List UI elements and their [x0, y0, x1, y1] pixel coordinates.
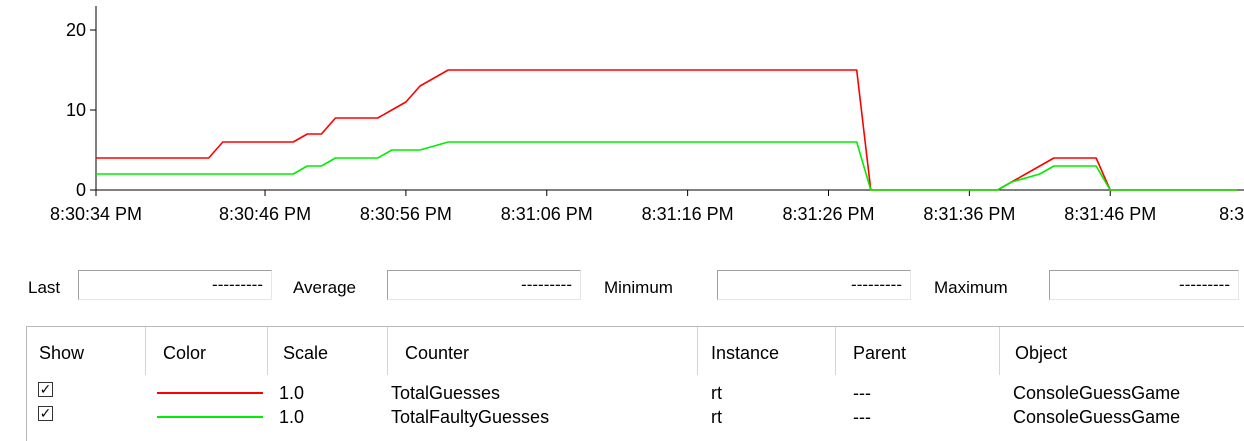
x-tick-label: 8:31:16 PM	[642, 204, 734, 224]
x-tick-label: 8:30:34 PM	[50, 204, 142, 224]
y-axis-ticks: 0 10 20	[66, 20, 96, 200]
x-tick-label: 8:31:	[1219, 204, 1244, 224]
counter-list: Show Color Scale Counter Instance Parent…	[26, 326, 1244, 441]
maximum-label: Maximum	[934, 278, 1008, 297]
y-tick-label: 20	[66, 20, 86, 40]
column-divider[interactable]	[835, 327, 836, 375]
chart-axes	[95, 6, 1244, 191]
minimum-label: Minimum	[604, 278, 673, 297]
header-parent[interactable]: Parent	[853, 343, 906, 364]
x-tick-label: 8:30:46 PM	[219, 204, 311, 224]
parent-cell: ---	[853, 407, 871, 427]
column-divider[interactable]	[387, 327, 388, 375]
y-tick-label: 0	[76, 180, 86, 200]
x-tick-label: 8:31:36 PM	[923, 204, 1015, 224]
header-object[interactable]: Object	[1015, 343, 1067, 364]
header-color[interactable]: Color	[163, 343, 206, 364]
instance-cell: rt	[711, 407, 722, 427]
x-tick-label: 8:31:06 PM	[501, 204, 593, 224]
table-row[interactable]: ✓ 1.0 TotalGuesses rt --- ConsoleGuessGa…	[27, 381, 1244, 405]
last-value-field: ---------	[78, 270, 272, 300]
performance-line-chart: 0 10 20 8:30:34 PM 8:30:46 PM 8:30:56 PM 8:31…	[50, 6, 1244, 224]
average-value-field: ---------	[387, 270, 581, 300]
counter-cell: TotalFaultyGuesses	[391, 407, 550, 427]
column-divider[interactable]	[999, 327, 1000, 375]
header-counter[interactable]: Counter	[405, 343, 469, 364]
minimum-value-field: ---------	[717, 270, 911, 300]
header-scale[interactable]: Scale	[283, 343, 328, 364]
header-show[interactable]: Show	[39, 343, 84, 364]
x-tick-label: 8:31:46 PM	[1064, 204, 1156, 224]
counter-cell: TotalGuesses	[391, 383, 501, 403]
table-row[interactable]: ✓ 1.0 TotalFaultyGuesses rt --- ConsoleG…	[27, 405, 1244, 429]
maximum-value-field: ---------	[1049, 270, 1239, 300]
series-line-totalfaultyguesses	[96, 141, 1237, 191]
scale-cell: 1.0	[279, 383, 305, 403]
series-line-totalguesses	[96, 69, 1237, 191]
column-divider[interactable]	[697, 327, 698, 375]
series-lines	[96, 69, 1237, 191]
object-cell: ConsoleGuessGame	[1013, 383, 1181, 403]
x-axis-ticks: 8:30:34 PM 8:30:46 PM 8:30:56 PM 8:31:06 PM…	[50, 190, 1244, 224]
color-swatch	[157, 416, 263, 418]
header-instance[interactable]: Instance	[711, 343, 779, 364]
parent-cell: ---	[853, 383, 871, 403]
average-label: Average	[293, 278, 357, 297]
x-tick-label: 8:30:56 PM	[360, 204, 452, 224]
instance-cell: rt	[711, 383, 722, 403]
color-swatch	[157, 392, 263, 394]
last-label: Last	[28, 278, 61, 297]
column-divider[interactable]	[267, 327, 268, 375]
statistics-bar: Last --------- Average --------- Minimum…	[0, 268, 1244, 308]
scale-cell: 1.0	[279, 407, 305, 427]
show-checkbox[interactable]: ✓	[38, 382, 53, 397]
show-checkbox[interactable]: ✓	[38, 406, 53, 421]
x-tick-label: 8:31:26 PM	[782, 204, 874, 224]
column-divider[interactable]	[145, 327, 146, 375]
y-tick-label: 10	[66, 100, 86, 120]
object-cell: ConsoleGuessGame	[1013, 407, 1181, 427]
counter-list-header: Show Color Scale Counter Instance Parent…	[27, 327, 1244, 377]
